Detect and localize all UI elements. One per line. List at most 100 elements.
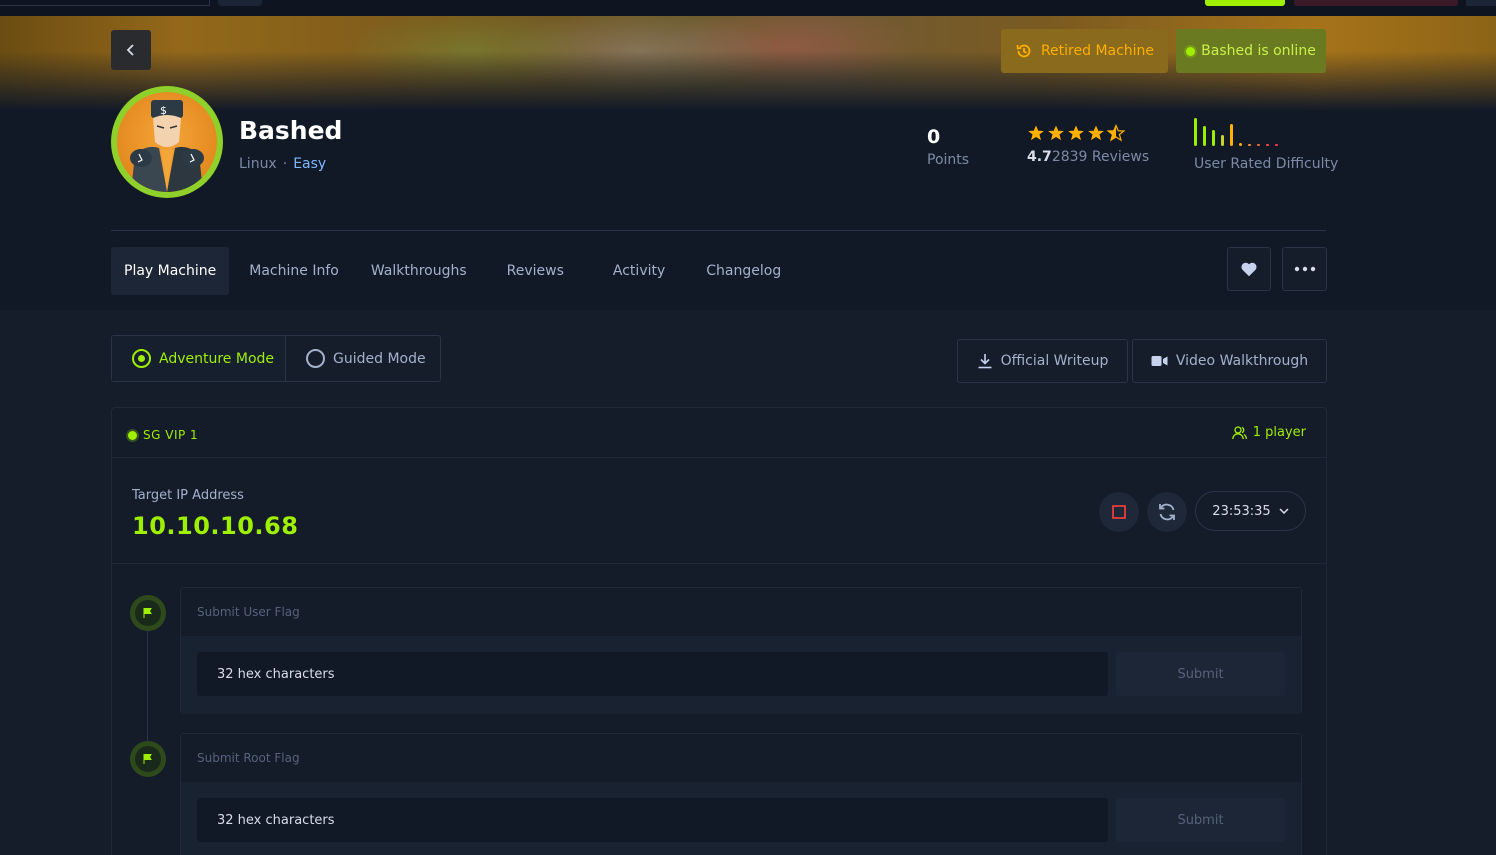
top-nav-green-button[interactable]	[1205, 0, 1285, 6]
tab-play-machine[interactable]: Play Machine	[111, 247, 230, 295]
user-icon	[1231, 425, 1247, 439]
tab-machine-info[interactable]: Machine Info	[249, 247, 339, 295]
adventure-mode-option[interactable]: Adventure Mode	[112, 336, 286, 381]
reset-machine-button[interactable]	[1147, 492, 1187, 532]
user-flag-box: Submit User Flag 32 hex characters Submi…	[180, 587, 1302, 714]
flag-icon	[143, 754, 152, 764]
difficulty-label: User Rated Difficulty	[1194, 156, 1339, 172]
user-flag-marker	[130, 595, 166, 631]
user-flag-submit-button[interactable]: Submit	[1116, 652, 1285, 696]
machine-avatar: $_	[111, 86, 223, 198]
root-flag-title: Submit Root Flag	[181, 734, 1301, 782]
difficulty-bar	[1257, 144, 1260, 146]
retired-machine-badge[interactable]: Retired Machine	[1001, 29, 1168, 73]
official-writeup-label: Official Writeup	[1000, 353, 1109, 369]
difficulty-bar	[1221, 135, 1224, 146]
tab-changelog[interactable]: Changelog	[706, 247, 781, 295]
online-dot-icon	[1186, 46, 1196, 56]
rating-line: 4.72839 Reviews	[1027, 149, 1149, 165]
tab-reviews[interactable]: Reviews	[507, 247, 564, 295]
instance-card-header: SG VIP 1 1 player	[112, 408, 1326, 458]
user-difficulty-stat[interactable]: User Rated Difficulty	[1194, 116, 1338, 172]
target-section: Target IP Address 10.10.10.68 23:53:35	[112, 458, 1326, 564]
ellipsis-icon	[1294, 266, 1315, 272]
target-ip-value[interactable]: 10.10.10.68	[132, 512, 298, 540]
radio-selected-icon	[132, 349, 151, 368]
star-icon	[1048, 125, 1064, 141]
flag-icon	[143, 608, 152, 618]
difficulty-bar	[1248, 144, 1251, 146]
official-writeup-button[interactable]: Official Writeup	[957, 339, 1128, 383]
top-nav-tab[interactable]	[218, 0, 262, 6]
rating-value: 4.7	[1027, 149, 1052, 165]
video-walkthrough-button[interactable]: Video Walkthrough	[1132, 339, 1327, 383]
back-button[interactable]	[111, 30, 151, 70]
star-icon	[1028, 125, 1044, 141]
player-count-label: 1 player	[1252, 425, 1306, 440]
stop-icon	[1112, 505, 1126, 519]
header-divider	[111, 230, 1326, 231]
user-flag-input[interactable]: 32 hex characters	[197, 652, 1108, 696]
download-icon	[978, 354, 992, 369]
difficulty-bar	[1275, 144, 1278, 146]
difficulty-bar	[1203, 126, 1206, 146]
difficulty-bar	[1266, 144, 1269, 146]
machine-online-badge[interactable]: Bashed is online	[1176, 29, 1326, 73]
stop-machine-button[interactable]	[1099, 492, 1139, 532]
guided-mode-option[interactable]: Guided Mode	[286, 336, 426, 381]
user-flag-title: Submit User Flag	[181, 588, 1301, 636]
star-icon	[1068, 125, 1084, 141]
machine-difficulty[interactable]: Easy	[293, 156, 326, 172]
instance-timer-dropdown[interactable]: 23:53:35	[1195, 491, 1306, 531]
adventure-mode-label: Adventure Mode	[159, 350, 275, 367]
difficulty-bar	[1212, 130, 1215, 146]
retired-machine-label: Retired Machine	[1040, 43, 1155, 59]
machine-name: Bashed	[239, 116, 343, 145]
rating-stat[interactable]: 4.72839 Reviews	[1027, 124, 1149, 165]
rating-stars	[1027, 124, 1149, 142]
guided-mode-label: Guided Mode	[333, 350, 426, 367]
flag-timeline-line	[147, 629, 148, 741]
server-indicator[interactable]: SG VIP 1	[128, 428, 198, 442]
mode-selector: Adventure Mode Guided Mode	[111, 335, 441, 382]
favorite-button[interactable]	[1227, 247, 1271, 291]
star-icon	[1088, 125, 1104, 141]
half-star-icon	[1107, 124, 1125, 142]
chevron-down-icon	[1279, 508, 1289, 514]
chevron-left-icon	[126, 44, 134, 56]
history-icon	[1016, 44, 1031, 58]
top-navigation-strip	[0, 0, 1496, 16]
more-options-button[interactable]	[1282, 247, 1327, 291]
root-flag-body: 32 hex characters Submit	[181, 782, 1301, 855]
root-flag-box: Submit Root Flag 32 hex characters Submi…	[180, 733, 1302, 855]
player-count: 1 player	[1231, 425, 1306, 440]
avatar-image: $_	[117, 92, 217, 192]
target-ip-label: Target IP Address	[132, 488, 244, 503]
tab-walkthroughs[interactable]: Walkthroughs	[371, 247, 467, 295]
machine-tabs: Play Machine Machine Info Walkthroughs R…	[111, 247, 781, 295]
root-flag-marker	[130, 741, 166, 777]
top-nav-red-button[interactable]	[1294, 0, 1458, 6]
hacker-avatar-icon: $_	[130, 100, 204, 192]
machine-meta: Linux · Easy	[239, 156, 326, 172]
server-status-dot-icon	[128, 430, 137, 440]
timer-value: 23:53:35	[1212, 503, 1271, 519]
user-flag-body: 32 hex characters Submit	[181, 636, 1301, 714]
heart-icon	[1241, 262, 1257, 277]
refresh-icon	[1159, 503, 1175, 521]
points-label: Points	[927, 152, 970, 168]
rating-count: 2839 Reviews	[1051, 149, 1150, 165]
server-name: SG VIP 1	[143, 428, 199, 442]
top-nav-search[interactable]	[0, 0, 210, 6]
top-nav-menu[interactable]	[1466, 0, 1496, 6]
machine-header: Retired Machine Bashed is online $_ Bash…	[0, 16, 1496, 310]
radio-unselected-icon	[306, 349, 325, 368]
video-walkthrough-label: Video Walkthrough	[1175, 353, 1309, 369]
machine-online-label: Bashed is online	[1201, 43, 1316, 59]
difficulty-bars-chart	[1194, 116, 1338, 146]
root-flag-submit-button[interactable]: Submit	[1116, 798, 1285, 842]
root-flag-input[interactable]: 32 hex characters	[197, 798, 1108, 842]
video-camera-icon	[1151, 356, 1168, 366]
tab-activity[interactable]: Activity	[613, 247, 665, 295]
difficulty-bar	[1194, 118, 1197, 146]
